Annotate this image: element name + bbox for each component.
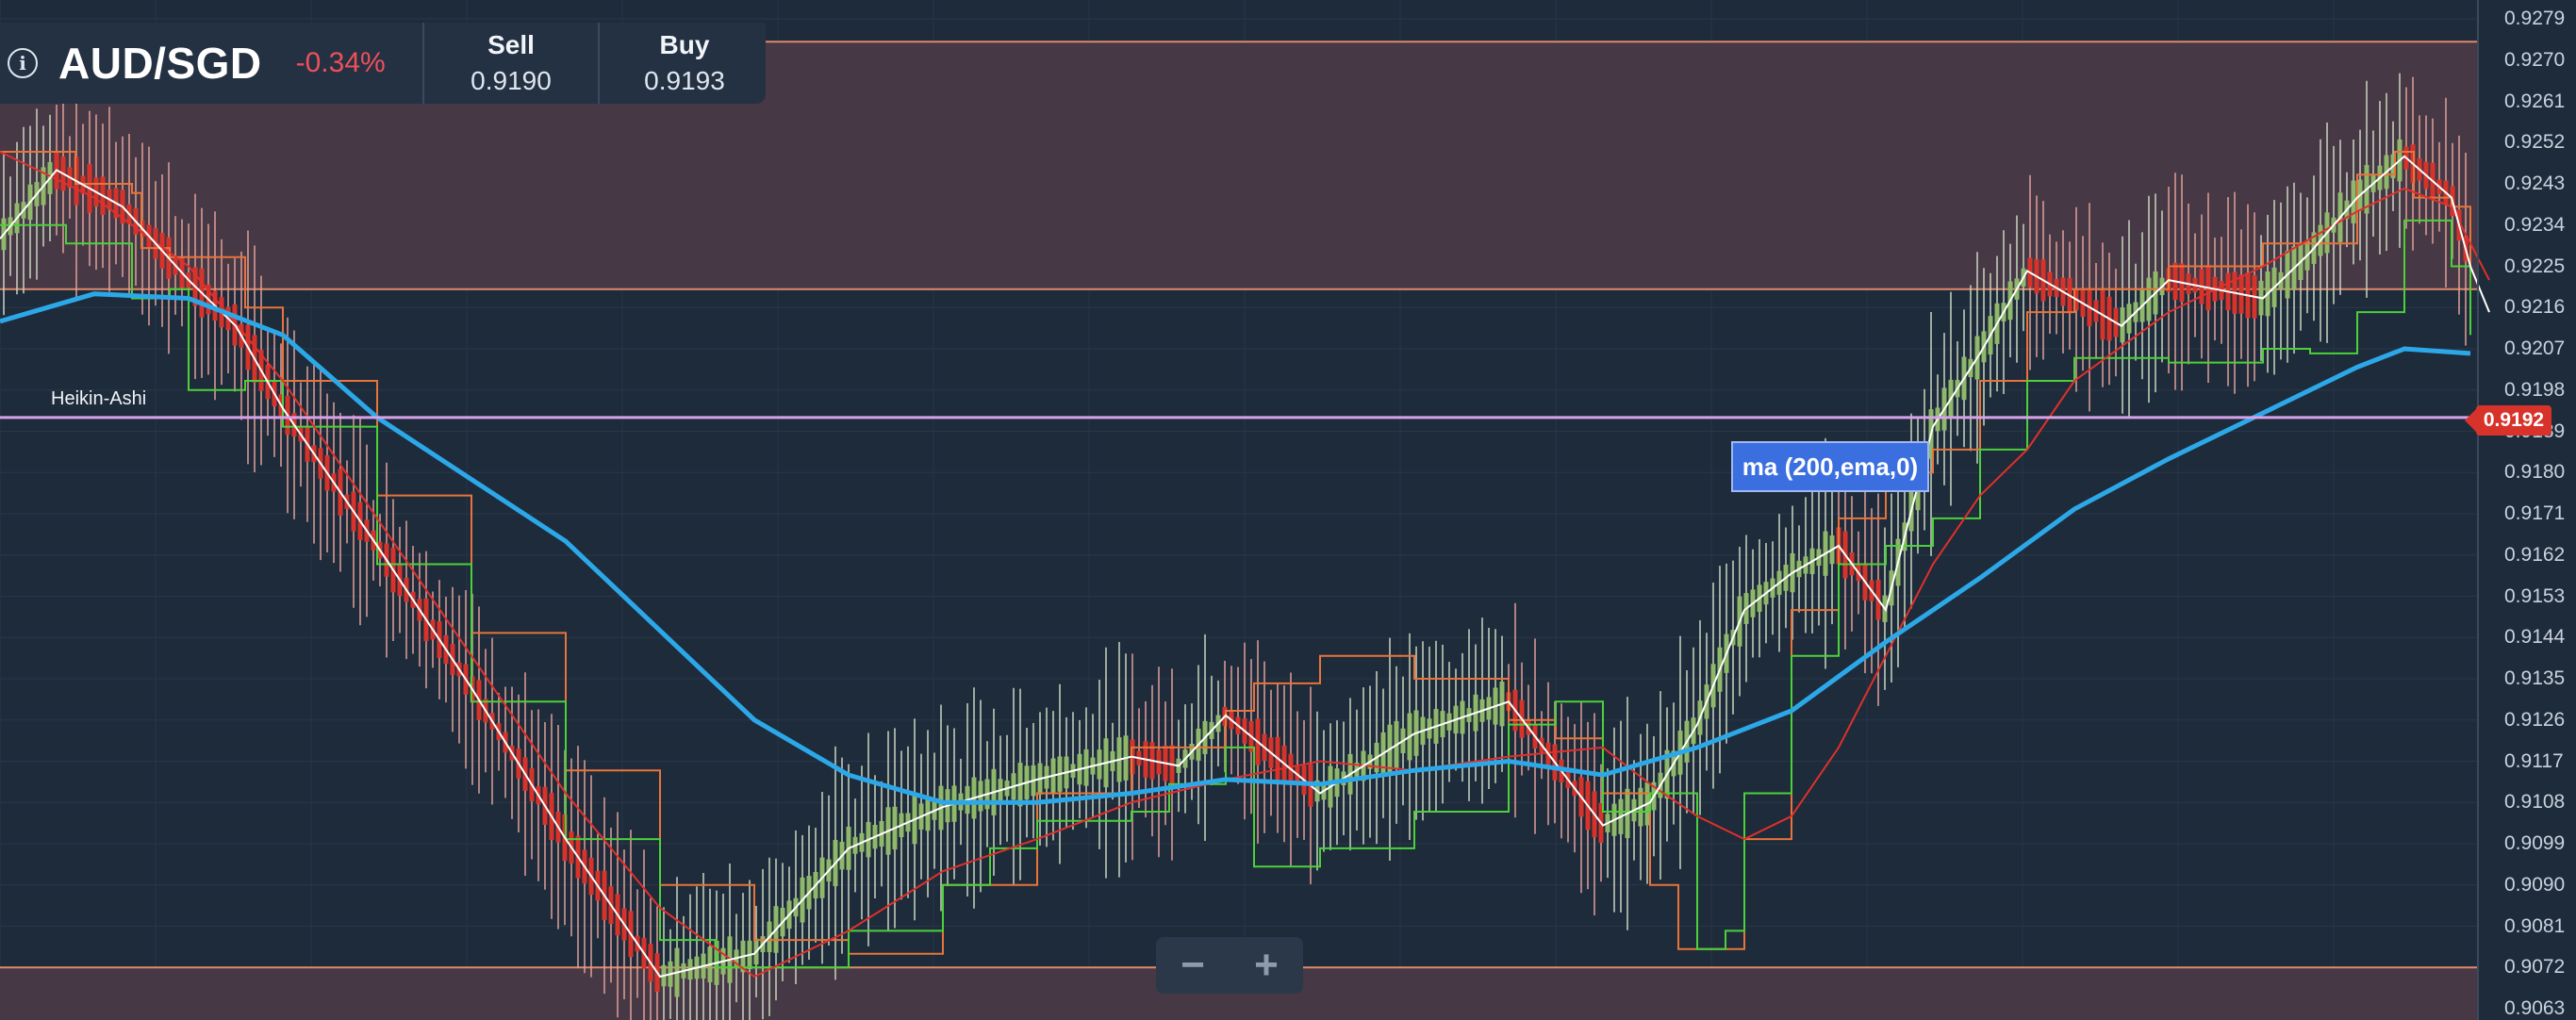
- price-axis-label: 0.9243: [2504, 173, 2566, 194]
- price-axis-label: 0.9171: [2504, 502, 2566, 524]
- price-axis-label: 0.9261: [2504, 90, 2566, 112]
- current-price-tag: 0.9192: [2465, 405, 2551, 436]
- price-axis-label: 0.9117: [2504, 749, 2564, 772]
- price-axis-label: 0.9099: [2504, 832, 2566, 854]
- price-axis-label: 0.9135: [2504, 667, 2566, 689]
- price-axis-label: 0.9108: [2504, 791, 2566, 814]
- sell-label: Sell: [487, 30, 535, 59]
- zoom-in-button[interactable]: +: [1230, 937, 1303, 994]
- price-change: -0.34%: [295, 47, 386, 78]
- price-axis-label: 0.9207: [2504, 337, 2566, 359]
- zoom-controls: − +: [1156, 937, 1303, 994]
- price-axis-label: 0.9198: [2504, 378, 2566, 401]
- buy-price: 0.9193: [644, 66, 725, 95]
- info-icon[interactable]: i: [8, 48, 38, 78]
- price-axis-label: 0.9081: [2504, 914, 2566, 937]
- ema-200-line: [0, 291, 2471, 805]
- instrument-symbol[interactable]: AUD/SGD: [58, 38, 262, 89]
- buy-button[interactable]: Buy 0.9193: [600, 30, 769, 96]
- price-axis-label: 0.9090: [2504, 873, 2566, 896]
- price-axis-label: 0.9234: [2504, 213, 2566, 236]
- price-axis-label: 0.9216: [2504, 296, 2566, 319]
- price-axis-label: 0.9279: [2504, 8, 2566, 29]
- price-axis-label: 0.9180: [2504, 461, 2566, 484]
- buy-label: Buy: [659, 30, 710, 59]
- sell-price: 0.9190: [471, 66, 552, 95]
- price-axis-label: 0.9072: [2504, 956, 2566, 979]
- price-axis-label: 0.9153: [2504, 584, 2566, 607]
- sell-button[interactable]: Sell 0.9190: [426, 30, 596, 96]
- price-axis-label: 0.9162: [2504, 543, 2566, 566]
- study-label[interactable]: Heikin-Ashi: [51, 388, 146, 410]
- price-axis-label: 0.9126: [2504, 708, 2566, 731]
- price-axis-label: 0.9270: [2504, 48, 2566, 71]
- price-chart[interactable]: [0, 0, 2576, 1020]
- indicator-tooltip: ma (200,ema,0): [1731, 441, 1929, 492]
- channel-low-line: [0, 219, 2471, 969]
- zoom-out-button[interactable]: −: [1156, 937, 1230, 994]
- instrument-header: i AUD/SGD -0.34% Sell 0.9190 Buy 0.9193: [0, 23, 766, 104]
- price-axis-label: 0.9063: [2504, 997, 2566, 1019]
- divider: [422, 23, 424, 104]
- price-axis-label: 0.9144: [2504, 626, 2566, 649]
- price-axis-label: 0.9252: [2504, 131, 2566, 154]
- price-axis-label: 0.9225: [2504, 255, 2566, 277]
